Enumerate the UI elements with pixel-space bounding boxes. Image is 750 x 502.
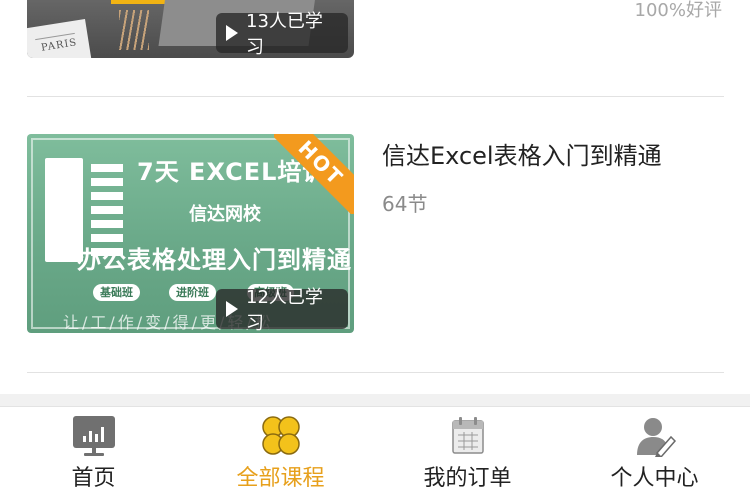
hot-badge: HOT	[274, 134, 354, 214]
tab-label: 全部课程	[236, 466, 325, 491]
learner-count-badge: 12人已学习	[216, 287, 348, 334]
course-rating: 100%好评	[634, 0, 722, 21]
tab-label: 我的订单	[423, 466, 512, 491]
section-gap	[0, 394, 750, 406]
play-icon	[226, 301, 238, 317]
learner-count-badge: 13人已学习	[216, 11, 348, 58]
divider	[27, 96, 724, 97]
play-icon	[226, 25, 238, 41]
divider	[27, 372, 724, 373]
user-profile-icon	[636, 418, 676, 457]
tab-my-orders[interactable]: 我的订单	[374, 407, 561, 502]
bottom-tab-bar: 首页 全部课程 我的订单 个人中心	[0, 406, 750, 502]
learner-count-text: 13人已学习	[246, 11, 323, 58]
level-pill: 基础班	[93, 284, 140, 301]
course-lesson-count: 64节	[382, 192, 428, 216]
hot-ribbon: HOT	[274, 134, 354, 214]
tab-profile[interactable]: 个人中心	[561, 407, 748, 502]
tab-all-courses[interactable]: 全部课程	[187, 407, 374, 502]
thumbnail-pens	[119, 10, 149, 50]
tab-label: 首页	[71, 466, 116, 491]
thumbnail-subtitle: 办公表格处理入门到精通	[77, 246, 352, 274]
course-title[interactable]: 信达Excel表格入门到精通	[382, 136, 662, 171]
calendar-orders-icon	[451, 417, 484, 454]
thumbnail-school: 信达网校	[189, 204, 261, 225]
level-pill: 进阶班	[169, 284, 216, 301]
tab-home[interactable]: 首页	[0, 407, 187, 502]
learner-count-text: 12人已学习	[246, 287, 323, 334]
tab-label: 个人中心	[610, 466, 699, 491]
home-chart-icon	[72, 416, 115, 456]
all-courses-icon	[261, 416, 300, 455]
